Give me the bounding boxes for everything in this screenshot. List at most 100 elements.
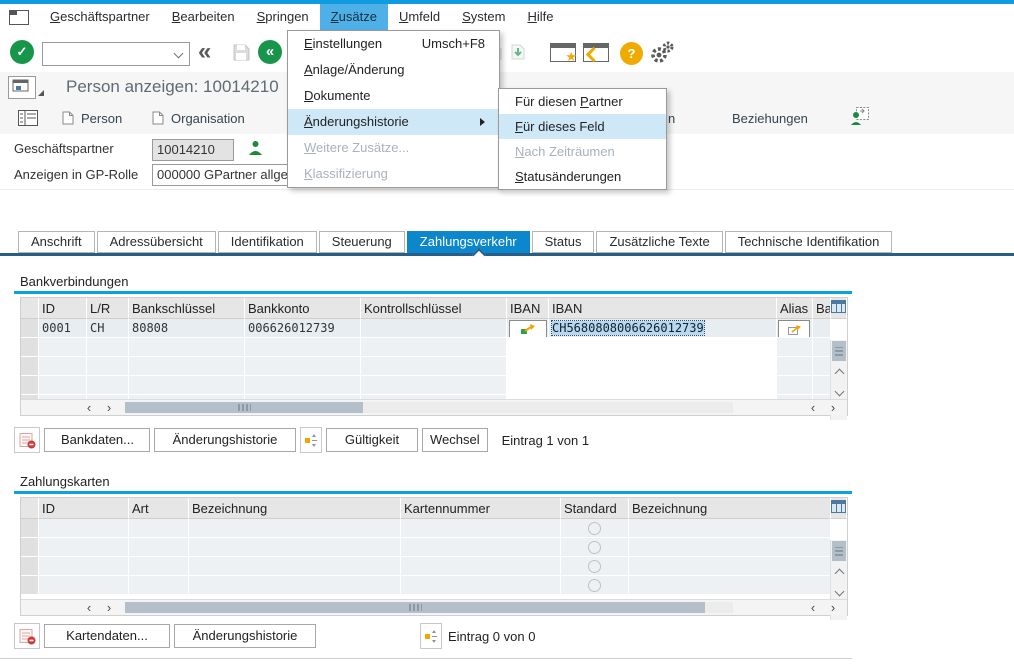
row-selector[interactable] (21, 538, 39, 557)
cell[interactable] (189, 576, 401, 595)
bank-horizontal-scrollbar[interactable]: ‹ › ‹ › (21, 399, 847, 415)
bank-row-1[interactable]: 0001 CH 80808 006626012739 CH56808080066… (21, 319, 847, 338)
standard-radio[interactable] (588, 579, 601, 592)
bank-col-lr[interactable]: L/R (87, 298, 129, 319)
cards-horizontal-scrollbar[interactable]: ‹ › ‹ › (21, 599, 847, 615)
cell[interactable] (401, 538, 561, 557)
back-icon[interactable]: « (198, 40, 209, 64)
cell[interactable] (777, 357, 813, 376)
cell-bankkonto[interactable]: 006626012739 (245, 319, 361, 338)
cell[interactable] (39, 557, 129, 576)
row-selector[interactable] (21, 338, 39, 357)
cell[interactable] (39, 519, 129, 538)
scroll-up-icon[interactable] (831, 564, 847, 582)
submenu-item-fuer-diesen-partner[interactable]: Für diesen Partner (499, 89, 666, 114)
help-icon[interactable]: ? (620, 42, 643, 65)
cell[interactable] (361, 357, 507, 376)
cell[interactable] (39, 357, 87, 376)
cell[interactable] (245, 376, 361, 395)
title-dropdown-icon[interactable] (38, 90, 44, 96)
scroll-down-icon[interactable] (831, 582, 847, 600)
cell[interactable] (129, 376, 245, 395)
enter-check-icon[interactable]: ✓ (10, 40, 34, 64)
partially-hidden-button[interactable]: n (668, 102, 675, 134)
cell[interactable] (777, 376, 813, 395)
cards-aenderungshistorie-button[interactable]: Änderungshistorie (174, 624, 316, 648)
cell[interactable] (87, 376, 129, 395)
cards-col-kartennummer[interactable]: Kartennummer (401, 498, 561, 519)
tab-zusaetzliche-texte[interactable]: Zusätzliche Texte (596, 231, 722, 253)
cell[interactable] (549, 338, 777, 357)
bank-col-iban[interactable]: IBAN (549, 298, 777, 319)
scroll-up-icon[interactable] (831, 364, 847, 382)
shortcut-icon[interactable] (583, 43, 609, 62)
cell[interactable] (129, 519, 189, 538)
scroll-right-icon[interactable]: › (823, 600, 843, 615)
scroll-left-icon[interactable]: ‹ (79, 400, 99, 415)
menu-umfeld[interactable]: Umfeld (388, 4, 451, 30)
row-selector[interactable] (21, 357, 39, 376)
beziehungen-button[interactable]: Beziehungen (732, 102, 808, 134)
cell[interactable] (129, 357, 245, 376)
cell[interactable] (189, 538, 401, 557)
tab-steuerung[interactable]: Steuerung (319, 231, 405, 253)
cell[interactable] (245, 357, 361, 376)
wechsel-button[interactable]: Wechsel (422, 428, 488, 452)
scrollbar-track[interactable] (125, 402, 733, 413)
iban-generate-icon[interactable] (509, 320, 547, 338)
cards-col-bezeichnung2[interactable]: Bezeichnung (629, 498, 831, 519)
alias-icon[interactable] (778, 320, 810, 338)
cards-col-bezeichnung[interactable]: Bezeichnung (189, 498, 401, 519)
row-selector[interactable] (21, 376, 39, 395)
person-switch-icon[interactable] (850, 106, 870, 129)
cards-col-id[interactable]: ID (39, 498, 129, 519)
submenu-item-nach-zeitraeumen[interactable]: Nach Zeiträumen (499, 139, 666, 164)
iban-selected-value[interactable]: CH5680808006626012739 (552, 321, 704, 335)
cell[interactable] (189, 519, 401, 538)
system-menu-icon[interactable] (9, 10, 29, 25)
card-row-empty[interactable] (21, 576, 847, 595)
menu-item-aenderungshistorie[interactable]: Änderungshistorie (288, 109, 499, 135)
delete-row-icon[interactable] (14, 623, 40, 649)
create-person-button[interactable]: Person (62, 102, 122, 134)
standard-radio[interactable] (588, 560, 601, 573)
exit-icon[interactable]: « (258, 40, 282, 64)
bank-col-bankschluessel[interactable]: Bankschlüssel (129, 298, 245, 319)
cell[interactable] (361, 338, 507, 357)
cell-kontrollschluessel[interactable] (361, 319, 507, 338)
bank-col-selector[interactable] (21, 298, 39, 319)
menu-item-klassifizierung[interactable]: Klassifizierung (288, 161, 499, 187)
scroll-right-icon[interactable]: › (823, 400, 843, 415)
scroll-down-icon[interactable] (831, 382, 847, 400)
tab-zahlungsverkehr[interactable]: Zahlungsverkehr (407, 231, 530, 253)
cell[interactable] (777, 338, 813, 357)
cell[interactable] (87, 338, 129, 357)
save-icon[interactable] (233, 44, 250, 61)
bank-col-kontrollschluessel[interactable]: Kontrollschlüssel (361, 298, 507, 319)
menu-bearbeiten[interactable]: Bearbeiten (161, 4, 246, 30)
bank-col-bankkonto[interactable]: Bankkonto (245, 298, 361, 319)
cell-bankschluessel[interactable]: 80808 (129, 319, 245, 338)
bank-col-iban-button[interactable]: IBAN (507, 298, 549, 319)
cell[interactable] (813, 338, 831, 357)
scrollbar-thumb[interactable] (125, 402, 363, 413)
bank-col-id[interactable]: ID (39, 298, 87, 319)
bank-col-bank[interactable]: Bank (813, 298, 831, 319)
row-selector[interactable] (21, 319, 39, 338)
menu-zusaetze[interactable]: Zusätze (320, 4, 388, 30)
cell-iban[interactable]: CH5680808006626012739 (549, 319, 777, 338)
cell[interactable] (629, 538, 831, 557)
cell[interactable] (813, 357, 831, 376)
cell[interactable] (813, 376, 831, 395)
cell[interactable] (361, 376, 507, 395)
standard-radio[interactable] (588, 541, 601, 554)
tab-anschrift[interactable]: Anschrift (18, 231, 95, 253)
cell[interactable] (39, 538, 129, 557)
chevron-down-icon[interactable] (174, 49, 184, 59)
menu-geschaeftspartner[interactable]: Geschäftspartner (39, 4, 161, 30)
cell[interactable] (549, 357, 777, 376)
card-row-empty[interactable] (21, 519, 847, 538)
bank-aenderungshistorie-button[interactable]: Änderungshistorie (154, 428, 296, 452)
cell[interactable] (39, 338, 87, 357)
cell[interactable] (129, 338, 245, 357)
